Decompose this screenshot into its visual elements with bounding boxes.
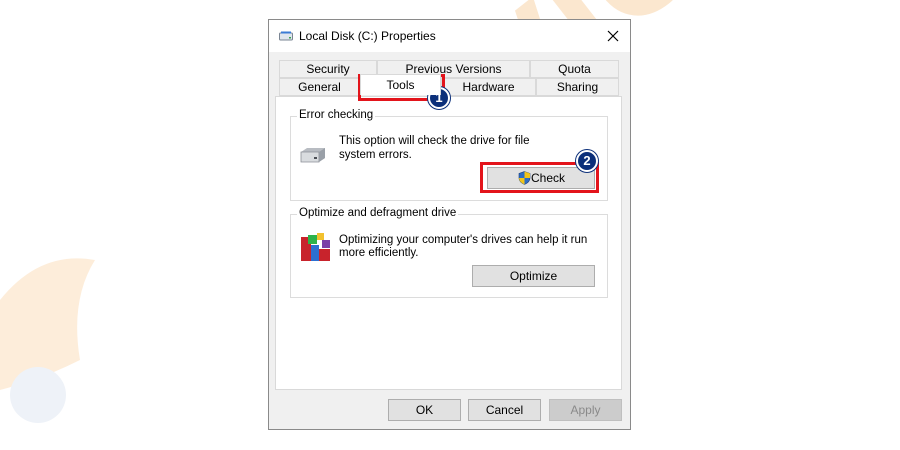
cancel-button[interactable]: Cancel: [468, 399, 541, 421]
apply-button[interactable]: Apply: [549, 399, 622, 421]
close-button[interactable]: [596, 20, 630, 52]
drive-icon: [279, 31, 293, 41]
title-bar[interactable]: Local Disk (C:) Properties: [269, 20, 630, 52]
optimize-description-line2: more efficiently.: [339, 247, 419, 259]
error-checking-heading: Error checking: [297, 109, 376, 121]
hard-drive-icon: [300, 148, 325, 163]
tab-tools[interactable]: Tools: [360, 74, 441, 95]
close-icon: [607, 30, 619, 42]
tab-quota[interactable]: Quota: [530, 60, 619, 78]
tab-sharing[interactable]: Sharing: [536, 78, 619, 96]
tab-hardware[interactable]: Hardware: [441, 78, 536, 96]
error-checking-description-line2: system errors.: [339, 149, 412, 161]
optimize-description-line1: Optimizing your computer's drives can he…: [339, 234, 588, 246]
optimize-heading: Optimize and defragment drive: [297, 207, 459, 219]
error-checking-description-line1: This option will check the drive for fil…: [339, 135, 530, 147]
defragment-icon: [301, 233, 330, 261]
tab-general[interactable]: General: [279, 78, 360, 96]
window-title: Local Disk (C:) Properties: [299, 29, 436, 43]
optimize-button[interactable]: Optimize: [472, 265, 595, 287]
step-2-badge: 2: [576, 150, 598, 172]
ok-button[interactable]: OK: [388, 399, 461, 421]
